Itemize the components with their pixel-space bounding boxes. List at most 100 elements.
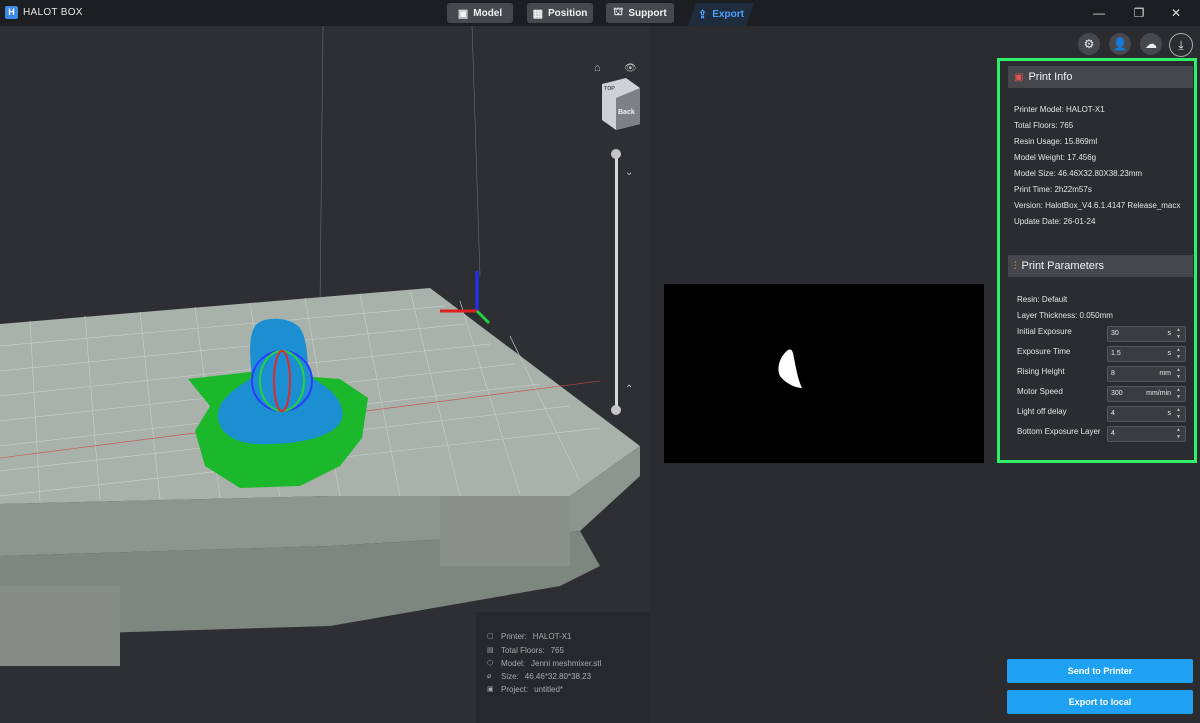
restore-button[interactable]: ❐ [1129, 4, 1149, 22]
tab-label: Export [712, 9, 744, 20]
plate-foot [0, 586, 120, 666]
gizmo-guide-line [319, 26, 324, 307]
param-label: Bottom Exposure Layer [1017, 427, 1101, 436]
info-line: Print Time: 2h22m57s [1014, 185, 1092, 194]
bottom-exposure-layer-stepper[interactable]: 4 ▲ ▼ [1107, 426, 1186, 442]
param-label: Initial Exposure [1017, 327, 1072, 336]
stepper-arrows-icon[interactable]: ▲ ▼ [1174, 387, 1183, 401]
home-icon[interactable]: ⌂ [594, 62, 601, 74]
tab-label: Model [473, 7, 503, 19]
cube-icon: ▣ [457, 7, 469, 20]
info-line: Model Weight: 17.456g [1014, 153, 1097, 162]
model-icon: ⬡ [487, 660, 494, 667]
stepper-value: 300 [1111, 390, 1123, 397]
tab-support[interactable]: ⛫ Support [606, 3, 674, 23]
plate-foot [440, 496, 570, 566]
slice-preview [664, 284, 984, 463]
stepper-unit: s [1167, 410, 1172, 417]
status-printer: ▢ Printer: HALOT-X1 [487, 632, 571, 641]
parameters-icon: ⫶ [1014, 260, 1017, 272]
status-value: untitled* [534, 685, 564, 694]
view-cube-face-label: Back [618, 109, 635, 116]
status-label: Size: [501, 672, 519, 681]
resin-label: Resin: Default [1017, 295, 1068, 304]
model-status-panel: ▢ Printer: HALOT-X1 ▤ Total Floors: 765 … [476, 612, 651, 723]
settings-icon[interactable]: ⚙ [1078, 33, 1100, 55]
print-details-panel: ▣ Print Info Printer Model: HALOT-X1 Tot… [997, 58, 1197, 463]
axis-y [475, 309, 491, 325]
download-icon[interactable]: ⤓ [1169, 33, 1193, 57]
status-label: Printer: [501, 632, 527, 641]
status-value: HALOT-X1 [532, 632, 572, 641]
title-bar: H HALOT BOX ▣ Model ▦ Position ⛫ Support… [0, 0, 1200, 26]
status-label: Project: [501, 685, 529, 694]
stepper-value: 30 [1111, 330, 1119, 337]
status-label: Total Floors: [501, 646, 545, 655]
tab-position[interactable]: ▦ Position [527, 3, 593, 23]
info-line: Printer Model: HALOT-X1 [1014, 105, 1105, 114]
project-icon: ▣ [487, 686, 494, 693]
stepper-arrows-icon[interactable]: ▲ ▼ [1174, 327, 1183, 341]
cloud-printer-icon[interactable]: ☁ [1140, 33, 1162, 55]
param-label: Light off delay [1017, 407, 1067, 416]
export-to-local-button[interactable]: Export to local [1007, 690, 1193, 714]
stepper-value: 8 [1111, 370, 1115, 377]
info-line: Resin Usage: 15.869ml [1014, 137, 1098, 146]
info-line: Version: HalotBox_V4.6.1.4147 Release_ma… [1014, 201, 1181, 210]
print-parameters-header: ⫶ Print Parameters [1008, 255, 1193, 277]
light-off-delay-stepper[interactable]: 4 s ▲ ▼ [1107, 406, 1186, 422]
stepper-arrows-icon[interactable]: ▲ ▼ [1174, 427, 1183, 441]
status-label: Model: [501, 659, 526, 668]
status-size: ⌀ Size: 46.46*32.80*38.23 [487, 672, 591, 681]
support-icon: ⛫ [613, 6, 624, 18]
section-title: Print Parameters [1021, 260, 1105, 272]
layer-slider-track[interactable] [615, 154, 618, 410]
position-icon: ▦ [532, 7, 543, 20]
stepper-arrows-icon[interactable]: ▲ ▼ [1174, 367, 1183, 381]
status-value: 765 [550, 646, 564, 655]
status-value: 46.46*32.80*38.23 [524, 672, 592, 681]
exposure-time-stepper[interactable]: 1.5 s ▲ ▼ [1107, 346, 1186, 362]
user-icon[interactable]: 👤 [1109, 33, 1131, 55]
send-to-printer-button[interactable]: Send to Printer [1007, 659, 1193, 683]
minimize-button[interactable]: — [1089, 4, 1109, 22]
info-line: Model Size: 46.46X32.80X38.23mm [1014, 169, 1143, 178]
info-line: Total Floors: 765 [1014, 121, 1074, 130]
info-line: Update Date: 26-01-24 [1014, 217, 1096, 226]
param-label: Rising Height [1017, 367, 1065, 376]
status-value: Jenni meshmixer.stl [531, 659, 602, 668]
layer-slider-top-handle[interactable] [611, 149, 621, 159]
stepper-value: 1.5 [1111, 350, 1121, 357]
tab-label: Support [628, 7, 667, 19]
app-logo: H [5, 6, 18, 19]
printer-icon: ▢ [487, 633, 494, 640]
stepper-arrows-icon[interactable]: ▲ ▼ [1174, 407, 1183, 421]
layers-icon: ▤ [487, 647, 494, 654]
ruler-icon: ⌀ [487, 673, 492, 680]
stepper-unit: mm/min [1146, 390, 1171, 397]
export-icon: ⇪ [698, 9, 708, 21]
param-label: Motor Speed [1017, 387, 1063, 396]
layer-thickness-label: Layer Thickness: 0.050mm [1017, 311, 1113, 320]
stepper-arrows-icon[interactable]: ▲ ▼ [1174, 347, 1183, 361]
info-icon: ▣ [1014, 71, 1024, 83]
stepper-unit: mm [1159, 370, 1171, 377]
stepper-value: 4 [1111, 410, 1115, 417]
slider-down-icon[interactable]: ⌃ [625, 384, 633, 395]
slider-up-icon[interactable]: ⌄ [625, 167, 633, 178]
tab-model[interactable]: ▣ Model [447, 3, 513, 23]
view-cube-top-label: ᴛoᴘ [604, 85, 615, 92]
eye-icon[interactable]: 👁 [624, 63, 637, 74]
section-title: Print Info [1028, 71, 1073, 83]
status-model: ⬡ Model: Jenni meshmixer.stl [487, 659, 601, 668]
tab-export[interactable]: ⇪ Export [688, 3, 754, 26]
close-button[interactable]: ✕ [1166, 4, 1186, 22]
motor-speed-stepper[interactable]: 300 mm/min ▲ ▼ [1107, 386, 1186, 402]
stepper-unit: s [1167, 330, 1172, 337]
status-project: ▣ Project: untitled* [487, 685, 563, 694]
gizmo-guide-line [471, 26, 481, 277]
layer-slider-bottom-handle[interactable] [611, 405, 621, 415]
slice-preview-image [778, 349, 802, 388]
rising-height-stepper[interactable]: 8 mm ▲ ▼ [1107, 366, 1186, 382]
initial-exposure-stepper[interactable]: 30 s ▲ ▼ [1107, 326, 1186, 342]
